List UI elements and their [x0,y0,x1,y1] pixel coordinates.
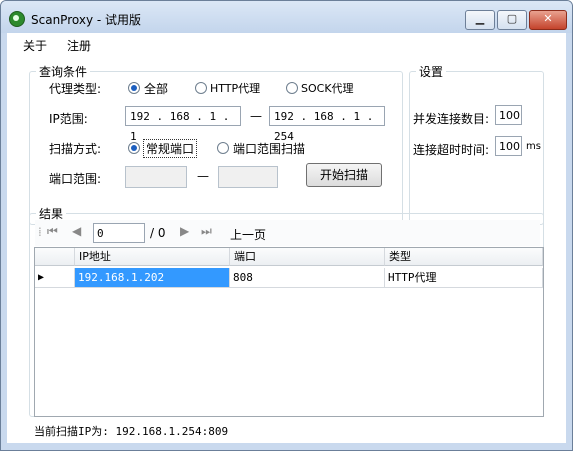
scan-mode-range-radio[interactable] [217,142,229,154]
menu-bar: 关于 注册 [7,33,566,55]
close-button[interactable]: ✕ [529,10,567,30]
minimize-button[interactable]: ▁ [465,10,495,30]
column-header-ip[interactable]: IP地址 [75,248,230,266]
last-page-icon[interactable]: ⏭ [201,224,212,239]
proxy-type-all-radio[interactable] [128,82,140,94]
port-range-label: 端口范围: [49,172,102,186]
proxy-type-all-label[interactable]: 全部 [144,80,168,97]
table-cell-ip[interactable]: 192.168.1.202 [75,268,230,288]
row-selector-icon[interactable]: ▶ [35,268,75,288]
title-bar: ScanProxy - 试用版 ▁ ▢ ✕ [1,1,572,33]
menu-item-register[interactable]: 注册 [67,37,91,54]
client-area: 关于 注册 查询条件 代理类型: 全部 HTTP代理 SOCK代理 IP范围: … [7,33,566,443]
scan-mode-label: 扫描方式: [49,142,102,156]
table-cell-type[interactable]: HTTP代理 [385,268,543,288]
port-range-dash: — [197,169,209,183]
menu-item-about[interactable]: 关于 [23,37,47,54]
proxy-type-sock-label[interactable]: SOCK代理 [301,80,354,96]
port-end-input[interactable] [218,166,278,188]
first-page-icon[interactable]: ⏮ [47,224,58,239]
ip-range-dash: — [250,109,262,123]
scan-mode-range-label[interactable]: 端口范围扫描 [233,140,305,157]
previous-page-link[interactable]: 上一页 [230,226,266,243]
column-header-type[interactable]: 类型 [385,248,543,266]
maximize-button[interactable]: ▢ [497,10,527,30]
port-start-input[interactable] [125,166,187,188]
timeout-unit: ms [526,141,541,152]
settings-legend: 设置 [419,65,444,79]
page-total: / 0 [150,226,166,240]
start-scan-button[interactable]: 开始扫描 [306,163,382,187]
timeout-label: 连接超时时间: [413,143,490,157]
scan-mode-common-label[interactable]: 常规端口 [143,139,198,158]
ip-range-label: IP范围: [49,112,88,126]
status-text: 当前扫描IP为: 192.168.1.254:809 [34,425,229,438]
timeout-input[interactable]: 100 [495,136,522,156]
previous-page-icon[interactable]: ◀ [72,224,81,238]
ip-start-input[interactable]: 192 . 168 . 1 . 1 [125,106,241,143]
concurrency-input[interactable]: 100 [495,105,522,125]
row-header-column [35,248,75,266]
page-number-input[interactable]: 0 [93,223,145,243]
proxy-type-sock-radio[interactable] [286,82,298,94]
app-window: ScanProxy - 试用版 ▁ ▢ ✕ 关于 注册 查询条件 代理类型: 全… [0,0,573,451]
results-table: IP地址 端口 类型 ▶ 192.168.1.202 808 HTTP代理 [34,247,544,417]
table-cell-port[interactable]: 808 [230,268,385,288]
app-logo-icon [9,11,25,27]
next-page-icon[interactable]: ▶ [180,224,189,238]
pager-toolbar: ⁞ ⏮ ◀ 0 / 0 ▶ ⏭ 上一页 [35,220,540,246]
proxy-type-http-radio[interactable] [195,82,207,94]
proxy-type-http-label[interactable]: HTTP代理 [210,80,260,96]
ip-end-input[interactable]: 192 . 168 . 1 . 254 [269,106,385,143]
proxy-type-label: 代理类型: [49,82,102,96]
query-conditions-legend: 查询条件 [39,65,88,79]
scan-mode-common-radio[interactable] [128,142,140,154]
concurrency-label: 并发连接数目: [413,112,490,126]
toolbar-grip-icon: ⁞ [38,225,42,239]
window-title: ScanProxy - 试用版 [31,13,142,27]
column-header-port[interactable]: 端口 [230,248,385,266]
